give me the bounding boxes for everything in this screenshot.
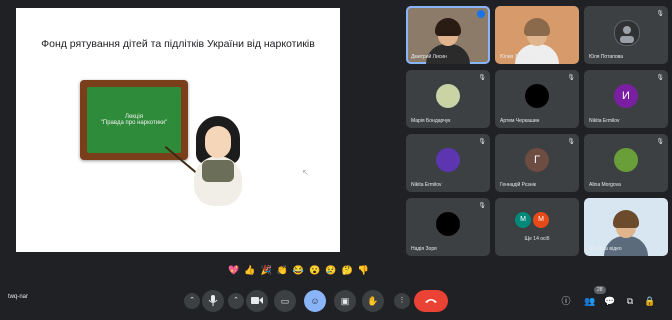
participant-name: Надія Зоря — [411, 246, 437, 252]
participant-tile-7[interactable]: 🎙 Nikita Ermilov — [406, 134, 490, 192]
hang-up-icon — [425, 299, 437, 303]
reaction-thumbs-up[interactable]: 👍 — [244, 263, 255, 277]
self-view-tile[interactable]: Ви, Ваш відео — [584, 198, 668, 256]
participant-name: Геннадій Рєзнік — [500, 182, 536, 188]
mic-off-icon: 🎙 — [478, 75, 486, 81]
teacher-figure-vest — [202, 160, 234, 182]
participant-name: Артем Черкашин — [500, 118, 540, 124]
reaction-party[interactable]: 🎉 — [260, 263, 271, 277]
participant-tile-2[interactable]: Юлия Зайцева — [495, 6, 579, 64]
slide-title: Фонд рятування дітей та підлітків Україн… — [41, 38, 315, 50]
video-camera-icon — [251, 297, 263, 304]
reaction-heart[interactable]: 💖 — [228, 263, 239, 277]
participant-tile-1[interactable]: Дмитрий Лисин — [406, 6, 490, 64]
meet-window: Фонд рятування дітей та підлітків Україн… — [0, 0, 672, 320]
chalkboard: Лекція "Правда про наркотики" — [80, 80, 188, 160]
participant-tile-6[interactable]: И 🎙 Nikita Ermilov — [584, 70, 668, 128]
raise-hand-button[interactable]: ✋ — [362, 290, 384, 312]
participant-tile-4[interactable]: 🎙 Марія Бондарчук — [406, 70, 490, 128]
more-participants-tile[interactable]: М М Ще 14 осіб — [495, 198, 579, 256]
avatar — [436, 212, 460, 236]
participant-name: Марія Бондарчук — [411, 118, 451, 124]
chalkboard-text: Лекція "Правда про наркотики" — [87, 87, 181, 153]
reaction-thinking[interactable]: 🤔 — [342, 263, 353, 277]
person-icon — [620, 26, 634, 43]
more-participants-label: Ще 14 осіб — [524, 236, 550, 242]
participant-name: Alina Morgova — [589, 182, 621, 188]
participants-count-badge: 28 — [594, 286, 606, 294]
leave-call-button[interactable] — [414, 290, 448, 312]
present-button[interactable]: ▣ — [334, 290, 356, 312]
mic-off-icon: 🎙 — [567, 75, 575, 81]
participant-name: Юлия Зайцева — [500, 54, 535, 60]
camera-button[interactable] — [246, 290, 268, 312]
board-line-2: "Правда про наркотики" — [100, 120, 168, 126]
avatar — [614, 148, 638, 172]
camera-options-button[interactable]: ⌃ — [228, 293, 244, 309]
more-options-button[interactable]: ⋮ — [394, 293, 410, 309]
microphone-icon — [208, 295, 218, 306]
captions-button[interactable]: ▭ — [274, 290, 296, 312]
participant-name: Nikita Ermilov — [589, 118, 620, 124]
mouse-cursor-icon: ↖ — [302, 168, 309, 177]
mic-off-icon: 🎙 — [567, 139, 575, 145]
reactions-button[interactable]: ☺ — [304, 290, 326, 312]
avatar-initial: Г — [525, 148, 549, 172]
presentation-slide: Фонд рятування дітей та підлітків Україн… — [16, 8, 340, 252]
participant-name: Nikita Ermilov — [411, 182, 442, 188]
participant-tile-9[interactable]: 🎙 Alina Morgova — [584, 134, 668, 192]
mic-off-icon: 🎙 — [656, 11, 664, 17]
participant-tile-3[interactable]: 🎙 Юля Потапова — [584, 6, 668, 64]
host-controls-lock-icon[interactable]: 🔒 — [644, 295, 656, 307]
chat-icon[interactable]: 💬 — [604, 295, 616, 307]
mic-options-button[interactable]: ⌃ — [184, 293, 200, 309]
teacher-figure-face — [205, 126, 231, 158]
meeting-code: twq-nar — [8, 294, 29, 300]
reaction-sad[interactable]: 😢 — [325, 263, 336, 277]
control-bar: twq-nar ⌃ ⌃ ▭ ☺ ▣ ✋ ⋮ ⓘ 28 👥 💬 ⧉ 🔒 — [0, 284, 672, 320]
participant-tile-8[interactable]: Г 🎙 Геннадій Рєзнік — [495, 134, 579, 192]
avatar — [614, 20, 640, 46]
mic-off-icon: 🎙 — [656, 75, 664, 81]
reaction-surprised[interactable]: 😮 — [309, 263, 320, 277]
avatar-initial: И — [614, 84, 638, 108]
microphone-button[interactable] — [202, 290, 224, 312]
participant-name: Юля Потапова — [589, 54, 623, 60]
reactions-bar: 💖 👍 🎉 👏 😂 😮 😢 🤔 👎 — [228, 263, 369, 277]
participant-name: Ви, Ваш відео — [589, 246, 622, 252]
mic-off-icon: 🎙 — [478, 203, 486, 209]
activities-icon[interactable]: ⧉ — [624, 295, 636, 307]
avatar — [525, 84, 549, 108]
participant-tile-5[interactable]: 🎙 Артем Черкашин — [495, 70, 579, 128]
participant-name: Дмитрий Лисин — [411, 54, 447, 60]
mic-off-icon: 🎙 — [478, 139, 486, 145]
avatar — [436, 148, 460, 172]
participant-tile-10[interactable]: 🎙 Надія Зоря — [406, 198, 490, 256]
pin-icon[interactable] — [477, 10, 485, 18]
mic-off-icon: 🎙 — [656, 139, 664, 145]
people-icon[interactable]: 👥 — [584, 295, 596, 307]
avatar-initial-2: М — [533, 212, 549, 228]
reaction-thumbs-down[interactable]: 👎 — [358, 263, 369, 277]
reaction-clap[interactable]: 👏 — [277, 263, 288, 277]
avatar-initial-1: М — [515, 212, 531, 228]
reaction-laugh[interactable]: 😂 — [293, 263, 304, 277]
info-icon[interactable]: ⓘ — [560, 295, 572, 307]
avatar — [436, 84, 460, 108]
